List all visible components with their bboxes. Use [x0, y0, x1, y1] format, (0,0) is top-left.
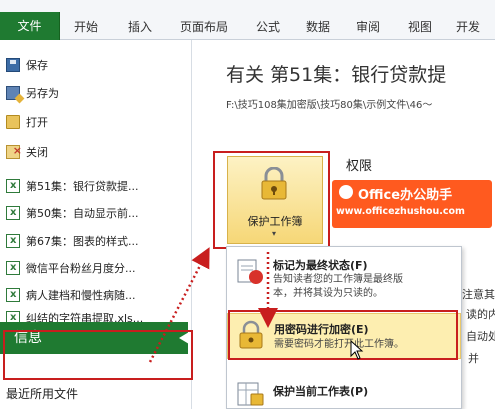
tab-insert[interactable]: 插入: [120, 14, 160, 40]
tab-review[interactable]: 审阅: [350, 14, 386, 40]
save-icon: [6, 58, 20, 72]
tab-page-layout[interactable]: 页面布局: [172, 14, 236, 40]
office-logo-icon: [339, 185, 353, 199]
sidebar-item-recent[interactable]: 最近所用文件: [6, 383, 78, 405]
sidebar-item-save-as[interactable]: 另存为: [6, 83, 59, 105]
open-folder-icon: [6, 115, 20, 129]
tab-data[interactable]: 数据: [300, 14, 336, 40]
tab-view[interactable]: 视图: [402, 14, 438, 40]
recent-file-item[interactable]: 第51集：银行贷款提...: [6, 175, 139, 198]
sidebar-item-close[interactable]: 关闭: [6, 140, 48, 164]
save-as-icon: [6, 86, 20, 100]
mouse-cursor-icon: [350, 340, 364, 360]
sidebar-item-label: 保存: [26, 59, 48, 72]
sidebar-item-label: 打开: [26, 116, 48, 129]
permissions-heading: 权限: [346, 159, 373, 174]
background-text: 并: [468, 352, 479, 365]
recent-file-label: 第51集：银行贷款提...: [26, 180, 139, 193]
background-text: 自动处: [466, 330, 495, 343]
sidebar-item-label: 关闭: [26, 146, 48, 159]
highlight-frame-protect: [213, 151, 330, 249]
background-text: 注意其: [462, 288, 495, 301]
protect-sheet-icon: [237, 382, 264, 406]
recent-file-label: 微信平台粉丝月度分...: [26, 262, 136, 275]
excel-file-icon: [6, 284, 20, 306]
ribbon-tab-bar: 文件 开始 插入 页面布局 公式 数据 审阅 视图 开发: [0, 0, 495, 40]
tab-file[interactable]: 文件: [0, 12, 60, 40]
excel-file-icon: [6, 230, 20, 252]
highlight-frame-encrypt: [228, 310, 458, 360]
file-path: F:\技巧108集加密版\技巧80集\示例文件\46～: [226, 100, 433, 111]
recent-file-item[interactable]: 病人建档和慢性病随...: [6, 284, 136, 307]
tab-home[interactable]: 开始: [66, 14, 106, 40]
sidebar-item-open[interactable]: 打开: [6, 112, 48, 134]
tab-developer[interactable]: 开发: [456, 14, 495, 40]
recent-file-label: 第50集：自动显示前...: [26, 207, 139, 220]
excel-file-icon: [6, 202, 20, 224]
menu-item-protect-sheet[interactable]: 保护当前工作表(P): [227, 377, 461, 407]
recent-file-label: 第67集：图表的样式...: [26, 235, 139, 248]
excel-file-icon: [6, 257, 20, 279]
tab-formulas[interactable]: 公式: [250, 14, 286, 40]
recent-file-label: 病人建档和慢性病随...: [26, 289, 136, 302]
excel-file-icon: [6, 175, 20, 197]
menu-item-desc: 本，并将其设为只读的。: [273, 288, 383, 299]
menu-item-desc: 告知读者您的工作簿是最终版: [273, 274, 403, 285]
background-text: 读的内: [466, 308, 495, 321]
watermark-url: www.officezhushou.com: [336, 206, 465, 217]
menu-item-title: 保护当前工作表(P): [273, 385, 369, 398]
page-title: 有关 第51集：银行贷款提: [226, 64, 447, 86]
close-folder-icon: [6, 140, 22, 162]
sidebar-item-label: 另存为: [26, 87, 59, 100]
stamp-icon: [237, 259, 263, 284]
recent-file-item[interactable]: 微信平台粉丝月度分...: [6, 257, 136, 280]
recent-file-item[interactable]: 第67集：图表的样式...: [6, 230, 139, 253]
sidebar-item-save[interactable]: 保存: [6, 55, 48, 77]
recent-file-item[interactable]: 第50集：自动显示前...: [6, 202, 139, 225]
highlight-frame-info: [3, 330, 193, 380]
watermark-name: Office办公助手: [358, 188, 453, 203]
watermark-banner: Office办公助手 www.officezhushou.com: [332, 180, 492, 228]
menu-item-title: 标记为最终状态(F): [273, 259, 368, 272]
menu-item-mark-as-final[interactable]: 标记为最终状态(F) 告知读者您的工作簿是最终版 本，并将其设为只读的。: [227, 253, 461, 311]
